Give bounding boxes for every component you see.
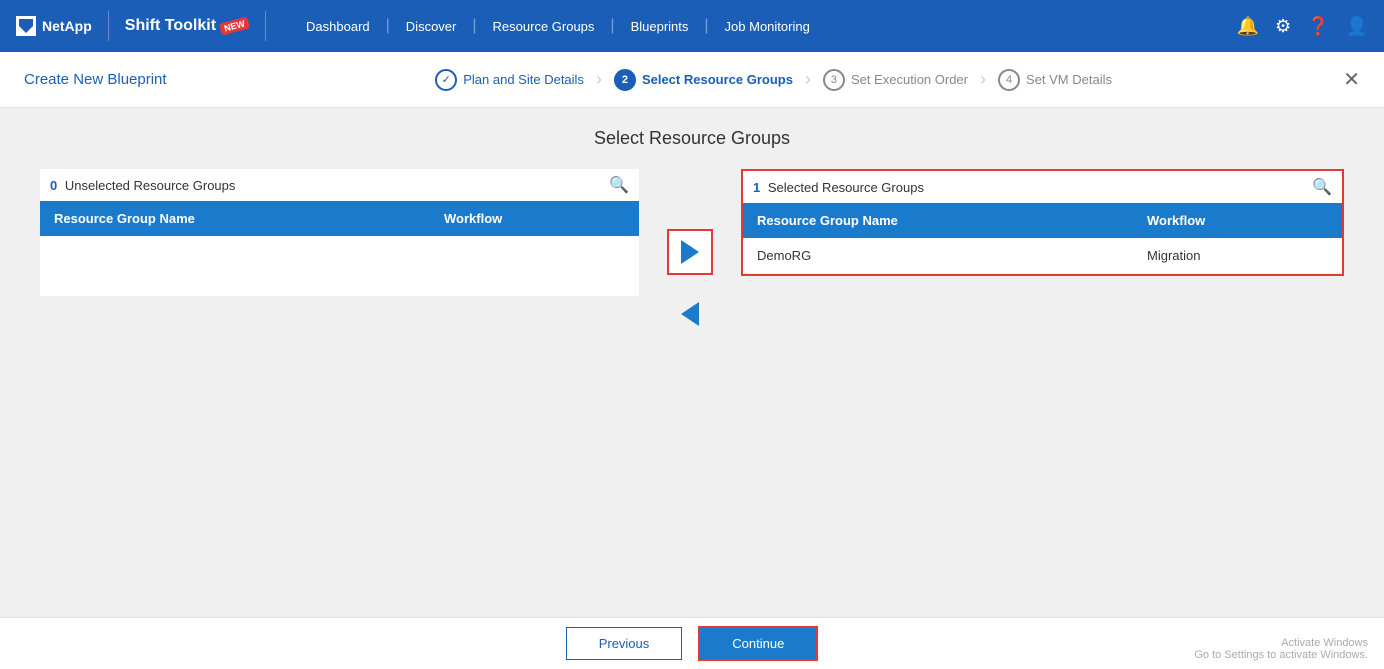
move-right-button[interactable] xyxy=(667,229,713,275)
step-circle-3: 3 xyxy=(823,69,845,91)
arrows-col xyxy=(655,169,725,337)
step-circle-2: 2 xyxy=(614,69,636,91)
unselected-col-wf: Workflow xyxy=(430,201,639,236)
nav-dashboard[interactable]: Dashboard xyxy=(294,13,382,40)
continue-button[interactable]: Continue xyxy=(698,626,818,661)
unselected-panel-header: 0 Unselected Resource Groups 🔍 xyxy=(40,169,639,201)
help-icon[interactable]: ❓ xyxy=(1307,16,1329,37)
selected-count-num: 1 xyxy=(753,180,760,195)
nav-right-icons: 🔔 ⚙ ❓ 👤 xyxy=(1237,16,1368,37)
step-circle-4: 4 xyxy=(998,69,1020,91)
close-button[interactable]: ✕ xyxy=(1343,67,1360,92)
netapp-logo-text: NetApp xyxy=(42,18,92,34)
activate-windows-title: Activate Windows xyxy=(1194,637,1368,649)
unselected-col-rg: Resource Group Name xyxy=(40,201,430,236)
unselected-count-num: 0 xyxy=(50,178,57,193)
step-circle-1: ✓ xyxy=(435,69,457,91)
selected-search-icon[interactable]: 🔍 xyxy=(1312,177,1332,197)
wizard-steps: ✓ Plan and Site Details › 2 Select Resou… xyxy=(228,69,1319,91)
selected-panel-header: 1 Selected Resource Groups 🔍 xyxy=(743,171,1342,203)
step-2-label: Select Resource Groups xyxy=(642,72,793,87)
activate-windows-note: Activate Windows Go to Settings to activ… xyxy=(1194,637,1368,661)
unselected-table-body xyxy=(40,236,639,296)
nav-brand-divider xyxy=(108,11,109,41)
move-left-button[interactable] xyxy=(667,291,713,337)
selected-label-text: Selected Resource Groups xyxy=(768,180,924,195)
shift-toolkit-label: Shift Toolkit NEW xyxy=(125,17,249,35)
wizard-step-4: 4 Set VM Details xyxy=(998,69,1112,91)
selected-panel: 1 Selected Resource Groups 🔍 Resource Gr… xyxy=(741,169,1344,276)
selected-table-body: DemoRG Migration xyxy=(743,238,1342,274)
netapp-icon xyxy=(16,16,36,36)
unselected-label-text: Unselected Resource Groups xyxy=(65,178,236,193)
selected-table-cols: Resource Group Name Workflow xyxy=(743,203,1342,238)
footer: Previous Continue Activate Windows Go to… xyxy=(0,617,1384,669)
selected-col-rg: Resource Group Name xyxy=(743,203,1133,238)
page-title: Select Resource Groups xyxy=(40,128,1344,149)
nav-brand: NetApp Shift Toolkit NEW xyxy=(16,11,274,41)
step-3-label: Set Execution Order xyxy=(851,72,968,87)
step-4-label: Set VM Details xyxy=(1026,72,1112,87)
wizard-step-2: 2 Select Resource Groups xyxy=(614,69,793,91)
gear-icon[interactable]: ⚙ xyxy=(1275,16,1291,37)
unselected-table-cols: Resource Group Name Workflow xyxy=(40,201,639,236)
top-nav: NetApp Shift Toolkit NEW Dashboard | Dis… xyxy=(0,0,1384,52)
right-arrow-icon xyxy=(681,240,699,264)
wizard-header: Create New Blueprint ✓ Plan and Site Det… xyxy=(0,52,1384,108)
nav-discover[interactable]: Discover xyxy=(394,13,469,40)
unselected-search-icon[interactable]: 🔍 xyxy=(609,175,629,195)
selected-col-wf: Workflow xyxy=(1133,203,1342,238)
row-workflow: Migration xyxy=(1133,238,1342,273)
selected-count-label: 1 Selected Resource Groups xyxy=(753,180,924,195)
unselected-panel: 0 Unselected Resource Groups 🔍 Resource … xyxy=(40,169,639,296)
bell-icon[interactable]: 🔔 xyxy=(1237,16,1259,37)
nav-divider-2 xyxy=(265,11,266,41)
main-content: Select Resource Groups 0 Unselected Reso… xyxy=(0,108,1384,617)
tables-container: 0 Unselected Resource Groups 🔍 Resource … xyxy=(40,169,1344,337)
step-1-label: Plan and Site Details xyxy=(463,72,584,87)
nav-blueprints[interactable]: Blueprints xyxy=(619,13,701,40)
user-icon[interactable]: 👤 xyxy=(1346,16,1368,37)
beta-badge: NEW xyxy=(219,16,250,35)
unselected-count-label: 0 Unselected Resource Groups xyxy=(50,178,235,193)
nav-resource-groups[interactable]: Resource Groups xyxy=(481,13,607,40)
wizard-step-1: ✓ Plan and Site Details xyxy=(435,69,584,91)
activate-windows-sub: Go to Settings to activate Windows. xyxy=(1194,649,1368,661)
netapp-logo: NetApp xyxy=(16,16,92,36)
wizard-step-3: 3 Set Execution Order xyxy=(823,69,968,91)
wizard-title: Create New Blueprint xyxy=(24,71,204,88)
row-rg-name: DemoRG xyxy=(743,238,1133,273)
nav-job-monitoring[interactable]: Job Monitoring xyxy=(713,13,822,40)
previous-button[interactable]: Previous xyxy=(566,627,683,660)
left-arrow-icon xyxy=(681,302,699,326)
table-row[interactable]: DemoRG Migration xyxy=(743,238,1342,274)
nav-links: Dashboard | Discover | Resource Groups |… xyxy=(294,13,1237,40)
